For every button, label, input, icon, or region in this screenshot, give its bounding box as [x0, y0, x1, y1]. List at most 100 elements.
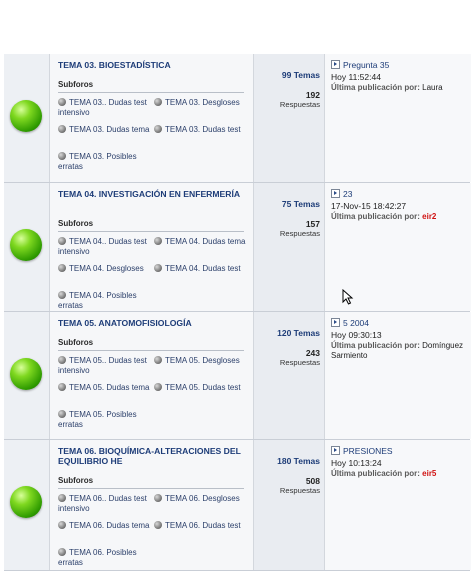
subforum-label: TEMA 05. Posibles erratas [58, 410, 137, 429]
last-post-link[interactable]: PRESIONES [331, 446, 393, 456]
green-bulb-icon [10, 100, 42, 132]
last-post-user[interactable]: eir5 [422, 469, 436, 478]
subforum-label: TEMA 03. Desgloses [165, 98, 240, 107]
gray-dot-icon [154, 264, 162, 272]
subforum-label: TEMA 06. Dudas test [165, 521, 241, 530]
replies-label: Respuestas [279, 229, 320, 238]
last-post-title: PRESIONES [343, 446, 393, 456]
gray-dot-icon [58, 152, 66, 160]
gray-dot-icon [154, 521, 162, 529]
subforum-label: TEMA 06. Desgloses [165, 494, 240, 503]
topics-count[interactable]: 120 Temas [277, 328, 320, 338]
last-post-column: PRESIONES Hoy 10:13:24 Última publicación … [324, 440, 471, 570]
subforum-label: TEMA 03.. Dudas test intensivo [58, 98, 147, 117]
forum-title-link[interactable]: TEMA 04. INVESTIGACIÓN EN ENFERMERÍA [58, 189, 243, 199]
subforum-link[interactable]: TEMA 03. Posibles erratas [58, 152, 154, 171]
gray-dot-icon [154, 356, 162, 364]
subforum-link[interactable]: TEMA 03. Dudas tema [58, 125, 154, 135]
last-post-title: 23 [343, 189, 353, 199]
divider [58, 231, 244, 232]
gray-dot-icon [58, 291, 66, 299]
forum-info-column: TEMA 06. BIOQUÍMICA-ALTERACIONES DEL EQU… [49, 440, 253, 570]
last-post-title: 5 2004 [343, 318, 369, 328]
subforum-label: TEMA 03. Posibles erratas [58, 152, 137, 171]
gray-dot-icon [58, 383, 66, 391]
green-bulb-icon [10, 486, 42, 518]
subforos-label: Subforos [58, 219, 94, 228]
subforum-label: TEMA 04.. Dudas test intensivo [58, 237, 147, 256]
subforum-link[interactable]: TEMA 03. Desgloses [154, 98, 250, 108]
subforum-link[interactable]: TEMA 05.. Dudas test intensivo [58, 356, 154, 375]
green-bulb-icon [10, 358, 42, 390]
stats-column: 120 Temas 243 Respuestas [253, 312, 324, 439]
gray-dot-icon [58, 98, 66, 106]
last-post-column: Pregunta 35 Hoy 11:52:44 Última publicació… [324, 54, 471, 182]
subforum-link[interactable]: TEMA 06. Posibles erratas [58, 548, 154, 567]
last-post-user[interactable]: eir2 [422, 212, 436, 221]
forum-row: TEMA 03. BIOESTADÍSTICA Subforos TEMA 03..… [4, 54, 471, 183]
subforum-link[interactable]: TEMA 05. Dudas test [154, 383, 250, 393]
gray-dot-icon [58, 548, 66, 556]
subforum-link[interactable]: TEMA 04. Desgloses [58, 264, 154, 274]
subforum-link[interactable]: TEMA 06.. Dudas test intensivo [58, 494, 154, 513]
replies-count: 192 [305, 90, 320, 100]
subforum-label: TEMA 06. Posibles erratas [58, 548, 137, 567]
gray-dot-icon [58, 125, 66, 133]
subforum-link[interactable]: TEMA 04.. Dudas test intensivo [58, 237, 154, 256]
replies-label: Respuestas [279, 486, 320, 495]
forum-title-link[interactable]: TEMA 03. BIOESTADÍSTICA [58, 60, 243, 70]
subforum-label: TEMA 05. Dudas test [165, 383, 241, 392]
subforos-label: Subforos [58, 476, 94, 485]
gray-dot-icon [154, 125, 162, 133]
subforum-label: TEMA 05.. Dudas test intensivo [58, 356, 147, 375]
subforum-link[interactable]: TEMA 06. Desgloses [154, 494, 250, 504]
subforos-label: Subforos [58, 80, 94, 89]
subforum-link[interactable]: TEMA 04. Dudas tema [154, 237, 250, 247]
divider [58, 350, 244, 351]
subforum-link[interactable]: TEMA 04. Posibles erratas [58, 291, 154, 310]
mouse-cursor-icon [342, 289, 354, 305]
forum-info-column: TEMA 03. BIOESTADÍSTICA Subforos TEMA 03..… [49, 54, 253, 182]
last-post-date: Hoy 09:30:13 [331, 330, 382, 340]
last-post-by: Última publicación por: eir2 [331, 212, 467, 222]
forum-title-link[interactable]: TEMA 05. ANATOMOFISIOLOGÍA [58, 318, 243, 328]
topics-count[interactable]: 75 Temas [282, 199, 320, 209]
last-post-by: Última publicación por: Domínguez Sarmie… [331, 341, 467, 361]
topics-count[interactable]: 180 Temas [277, 456, 320, 466]
last-post-link[interactable]: 23 [331, 189, 352, 199]
last-post-by-label: Última publicación por: [331, 341, 420, 350]
last-post-by-label: Última publicación por: [331, 469, 420, 478]
last-post-user[interactable]: Laura [422, 83, 442, 92]
stats-column: 75 Temas 157 Respuestas [253, 183, 324, 311]
topics-count[interactable]: 99 Temas [282, 70, 320, 80]
subforos-label: Subforos [58, 338, 94, 347]
arrow-box-icon [331, 189, 340, 198]
status-column [4, 440, 49, 570]
forum-title-link[interactable]: TEMA 06. BIOQUÍMICA-ALTERACIONES DEL EQU… [58, 446, 243, 466]
gray-dot-icon [154, 237, 162, 245]
subforum-link[interactable]: TEMA 05. Dudas tema [58, 383, 154, 393]
subforum-link[interactable]: TEMA 06. Dudas tema [58, 521, 154, 531]
replies-count: 508 [305, 476, 320, 486]
replies-label: Respuestas [279, 358, 320, 367]
subforum-link[interactable]: TEMA 03. Dudas test [154, 125, 250, 135]
subforum-link[interactable]: TEMA 06. Dudas test [154, 521, 250, 531]
last-post-by-label: Última publicación por: [331, 83, 420, 92]
forum-info-column: TEMA 05. ANATOMOFISIOLOGÍA Subforos TEMA 0… [49, 312, 253, 439]
subforum-link[interactable]: TEMA 03.. Dudas test intensivo [58, 98, 154, 117]
forum-row: TEMA 04. INVESTIGACIÓN EN ENFERMERÍA Subf… [4, 183, 471, 312]
forum-row: TEMA 05. ANATOMOFISIOLOGÍA Subforos TEMA 0… [4, 312, 471, 440]
last-post-by-label: Última publicación por: [331, 212, 420, 221]
last-post-link[interactable]: 5 2004 [331, 318, 369, 328]
stats-column: 180 Temas 508 Respuestas [253, 440, 324, 570]
status-column [4, 54, 49, 182]
forum-board: TEMA 03. BIOESTADÍSTICA Subforos TEMA 03..… [0, 0, 474, 571]
subforum-link[interactable]: TEMA 04. Dudas test [154, 264, 250, 274]
subforum-link[interactable]: TEMA 05. Posibles erratas [58, 410, 154, 429]
last-post-date: Hoy 11:52:44 [331, 72, 381, 82]
status-column [4, 183, 49, 311]
subforum-link[interactable]: TEMA 05. Desgloses [154, 356, 250, 366]
last-post-link[interactable]: Pregunta 35 [331, 60, 389, 70]
last-post-by: Última publicación por: eir5 [331, 469, 467, 479]
last-post-by: Última publicación por: Laura [331, 83, 467, 93]
